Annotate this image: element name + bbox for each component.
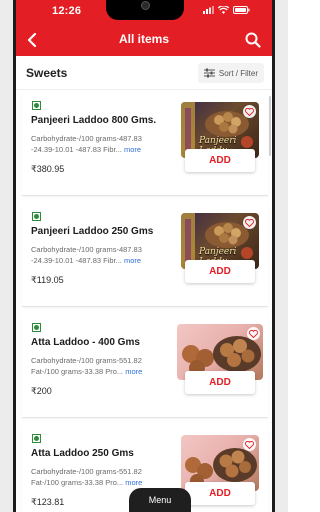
add-to-cart-button[interactable]: ADD <box>185 260 255 283</box>
more-link[interactable]: more <box>124 145 141 154</box>
camera-icon <box>141 1 150 10</box>
product-description: Carbohydrate-/100 grams-551.82 Fat-/100 … <box>31 355 156 377</box>
veg-indicator-icon <box>32 101 41 110</box>
device-frame: 12:26 All items Sweets Sort / Filter Pan… <box>0 0 288 512</box>
product-card[interactable]: Panjeeri Laddoo 250 Gms Carbohydrate-/10… <box>22 203 268 307</box>
menu-button[interactable]: Menu <box>129 488 191 512</box>
heart-icon <box>245 218 254 227</box>
sort-filter-button[interactable]: Sort / Filter <box>197 63 264 83</box>
page-title: All items <box>118 32 169 46</box>
category-header: Sweets Sort / Filter <box>16 56 272 90</box>
sort-filter-icon <box>203 68 215 78</box>
scrollbar[interactable] <box>269 96 271 156</box>
add-to-cart-button[interactable]: ADD <box>185 149 255 172</box>
product-name: Atta Laddoo 250 Gms <box>31 448 134 459</box>
product-description: Carbohydrate-/100 grams-487.83 -24.39-10… <box>31 133 156 155</box>
status-time: 12:26 <box>52 5 82 17</box>
product-card[interactable]: Panjeeri Laddoo 800 Gms. Carbohydrate-/1… <box>22 92 268 196</box>
add-to-cart-button[interactable]: ADD <box>185 371 255 394</box>
signal-icon <box>203 6 214 14</box>
heart-icon <box>245 107 254 116</box>
product-name: Panjeeri Laddoo 250 Gms <box>31 226 154 237</box>
more-link[interactable]: more <box>125 367 142 376</box>
product-price: ₹123.81 <box>31 497 65 507</box>
sort-filter-label: Sort / Filter <box>218 68 258 78</box>
wishlist-button[interactable] <box>247 327 260 340</box>
veg-indicator-icon <box>32 434 41 443</box>
add-to-cart-button[interactable]: ADD <box>185 482 255 505</box>
product-price: ₹380.95 <box>31 164 65 174</box>
product-description: Carbohydrate-/100 grams-487.83 -24.39-10… <box>31 244 156 266</box>
product-price: ₹200 <box>31 386 52 396</box>
veg-indicator-icon <box>32 323 41 332</box>
search-icon[interactable] <box>244 31 262 49</box>
battery-icon <box>233 6 250 14</box>
wishlist-button[interactable] <box>243 216 256 229</box>
camera-notch <box>106 0 184 20</box>
status-bar: 12:26 <box>16 0 272 24</box>
more-link[interactable]: more <box>125 478 142 487</box>
app-bar: All items <box>16 24 272 56</box>
category-title: Sweets <box>26 66 68 80</box>
status-icons <box>203 6 250 14</box>
wishlist-button[interactable] <box>243 105 256 118</box>
product-name: Panjeeri Laddoo 800 Gms. <box>31 115 157 126</box>
product-name: Atta Laddoo - 400 Gms <box>31 337 140 348</box>
wishlist-button[interactable] <box>243 438 256 451</box>
more-link[interactable]: more <box>124 256 141 265</box>
app-screen: 12:26 All items Sweets Sort / Filter Pan… <box>16 0 272 512</box>
veg-indicator-icon <box>32 212 41 221</box>
product-price: ₹119.05 <box>31 275 64 285</box>
heart-icon <box>249 329 258 338</box>
wifi-icon <box>218 6 229 14</box>
heart-icon <box>245 440 254 449</box>
product-description: Carbohydrate-/100 grams-551.82 Fat-/100 … <box>31 466 156 488</box>
product-card[interactable]: Atta Laddoo - 400 Gms Carbohydrate-/100 … <box>22 314 268 418</box>
